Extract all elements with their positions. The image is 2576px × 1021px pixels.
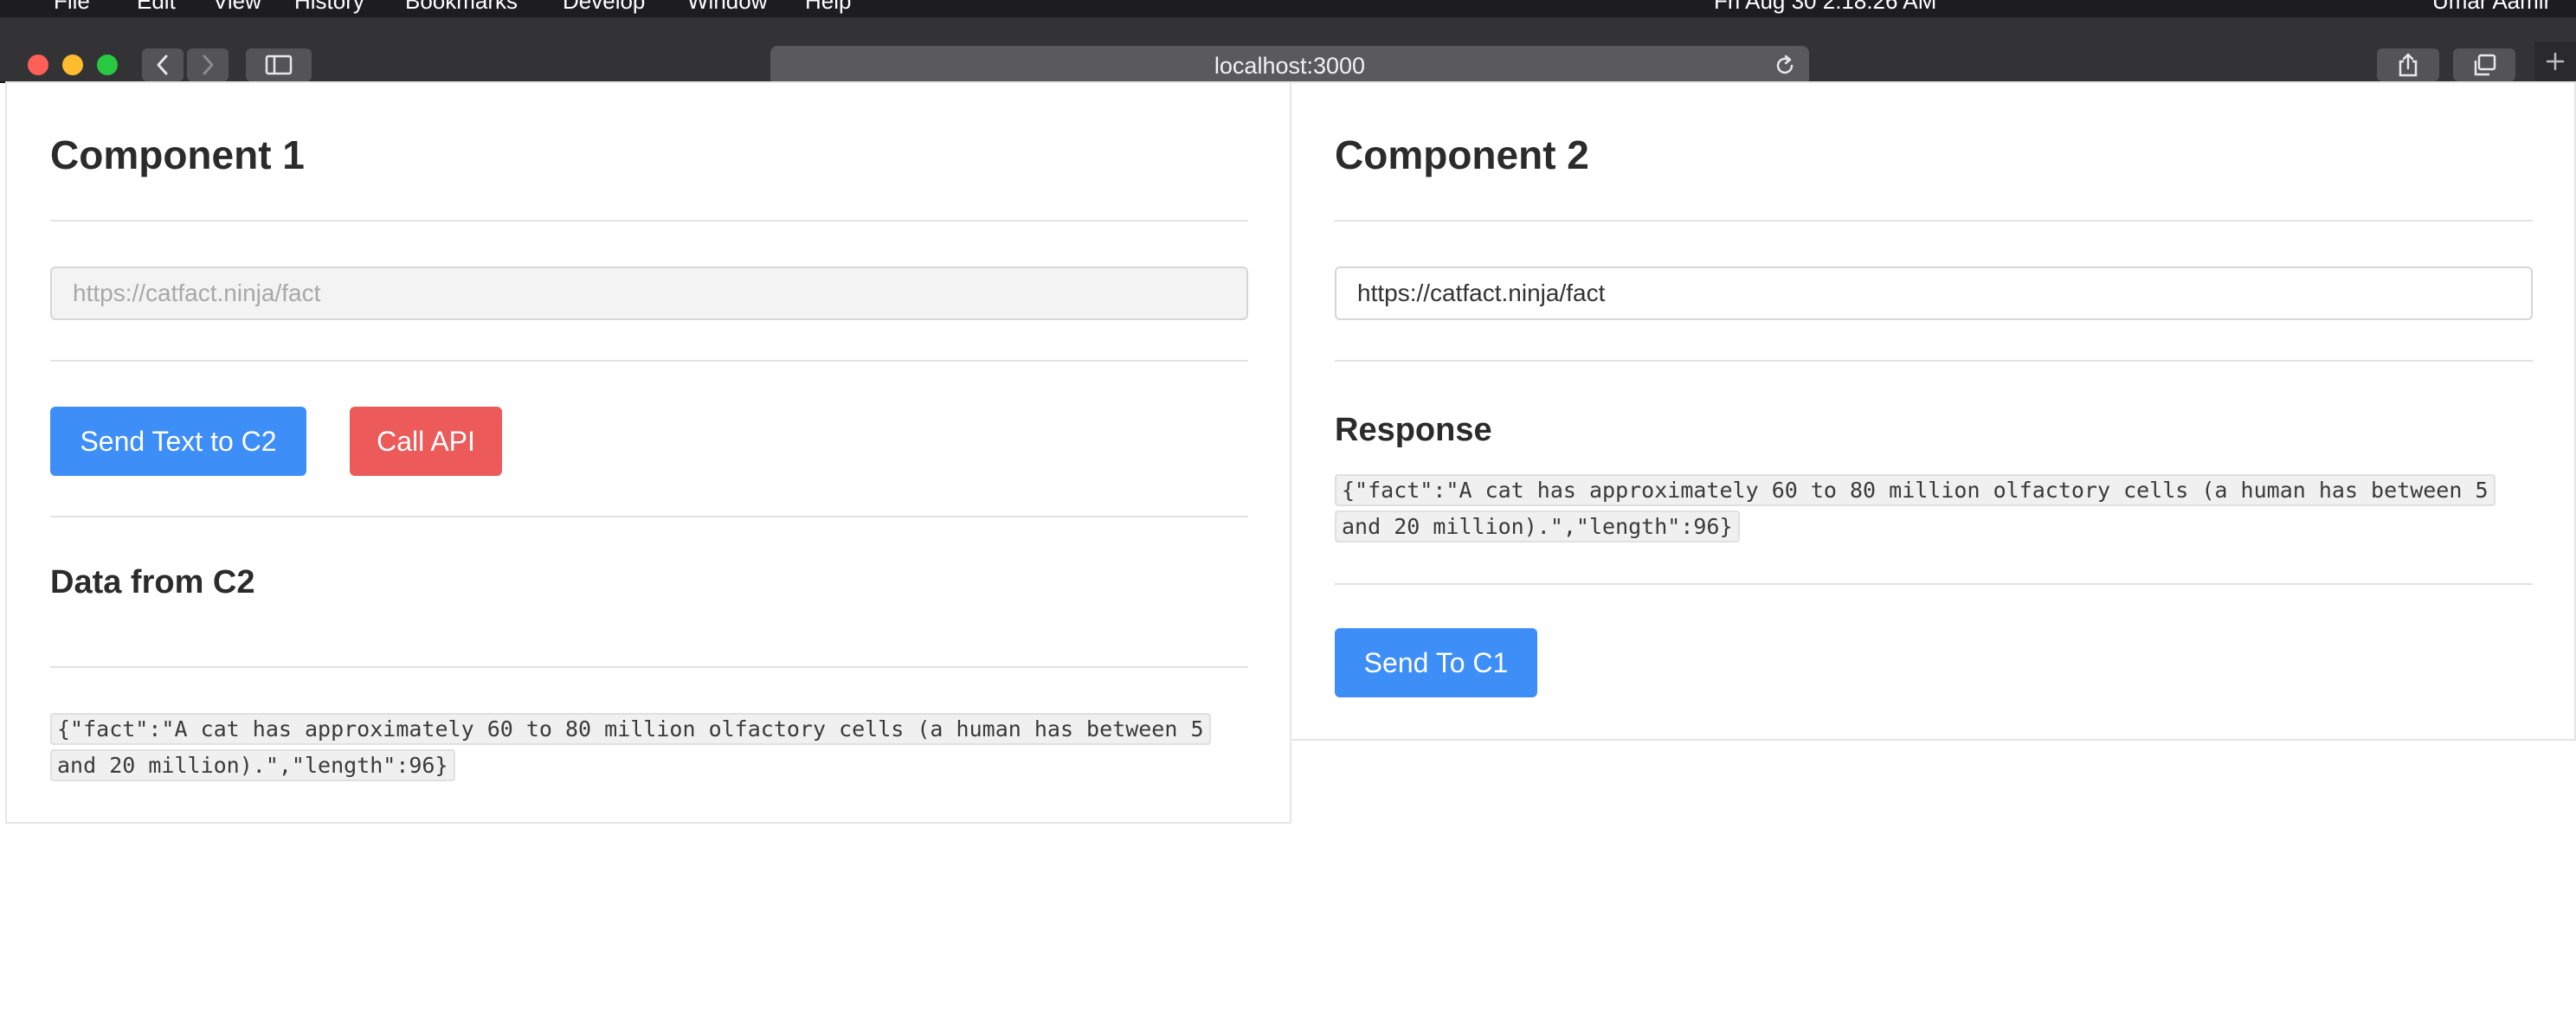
maximize-window-button[interactable]	[97, 55, 118, 75]
menu-develop[interactable]: Develop	[563, 0, 645, 15]
menu-help[interactable]: Help	[805, 0, 851, 15]
forward-icon	[203, 55, 214, 75]
plus-icon	[2546, 52, 2565, 71]
c1-data-json-text: {"fact":"A cat has approximately 60 to 8…	[50, 713, 1211, 781]
menu-edit[interactable]: Edit	[137, 0, 176, 15]
tab-overview-button[interactable]	[2453, 48, 2515, 81]
component-2-panel: Component 2 Response {"fact":"A cat has …	[1290, 81, 2576, 741]
sidebar-toggle-button[interactable]	[246, 48, 312, 81]
macos-menu-bar: File Edit View History Bookmarks Develop…	[0, 0, 2576, 17]
menu-bookmarks[interactable]: Bookmarks	[405, 0, 518, 15]
send-text-to-c2-button[interactable]: Send Text to C2	[50, 407, 306, 476]
component-1-title: Component 1	[50, 132, 305, 177]
back-icon	[157, 55, 168, 75]
share-icon	[2399, 53, 2418, 77]
response-heading: Response	[1335, 412, 1492, 448]
back-button[interactable]	[142, 48, 184, 81]
divider	[50, 360, 1248, 362]
tabs-icon	[2474, 54, 2496, 76]
address-bar-url: localhost:3000	[1214, 52, 1366, 79]
close-window-button[interactable]	[28, 55, 48, 75]
c1-url-input[interactable]	[50, 266, 1248, 320]
component-1-panel: Component 1 Send Text to C2 Call API Dat…	[5, 81, 1291, 824]
forward-button[interactable]	[187, 48, 229, 81]
c2-url-input[interactable]	[1335, 266, 2533, 320]
reload-icon[interactable]	[1773, 54, 1797, 78]
divider	[50, 516, 1248, 517]
menu-history[interactable]: History	[294, 0, 364, 15]
address-bar[interactable]: localhost:3000	[770, 46, 1809, 86]
c2-response-json-text: {"fact":"A cat has approximately 60 to 8…	[1335, 474, 2496, 543]
c2-response-json: {"fact":"A cat has approximately 60 to 8…	[1335, 472, 2533, 545]
menu-file[interactable]: File	[54, 0, 90, 15]
share-button[interactable]	[2377, 48, 2439, 81]
c1-data-json: {"fact":"A cat has approximately 60 to 8…	[50, 711, 1248, 784]
menu-window[interactable]: Window	[687, 0, 767, 15]
new-tab-button[interactable]	[2534, 42, 2576, 81]
minimize-window-button[interactable]	[62, 55, 83, 75]
send-to-c1-button[interactable]: Send To C1	[1335, 628, 1537, 697]
call-api-button[interactable]: Call API	[350, 407, 502, 476]
browser-toolbar: localhost:3000	[0, 17, 2576, 86]
divider	[1335, 583, 2533, 585]
component-2-title: Component 2	[1335, 132, 1589, 177]
divider	[1335, 360, 2533, 362]
divider	[50, 666, 1248, 668]
sidebar-icon	[265, 55, 293, 75]
divider	[50, 220, 1248, 222]
menubar-clock[interactable]: Fri Aug 30 2:18:26 AM	[1714, 0, 1936, 15]
data-from-c2-heading: Data from C2	[50, 564, 255, 600]
menubar-user[interactable]: Umar Aamir	[2432, 0, 2551, 15]
divider	[1335, 220, 2533, 222]
menu-view[interactable]: View	[213, 0, 261, 15]
